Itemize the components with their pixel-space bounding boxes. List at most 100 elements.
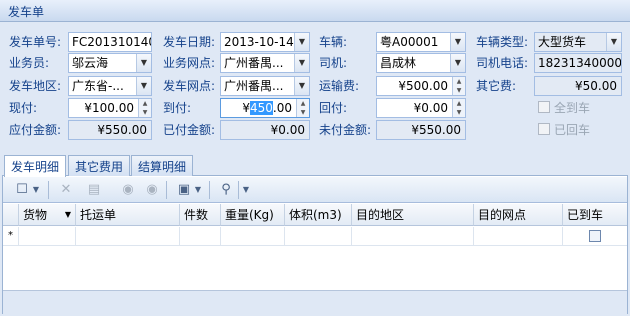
driver-label: 司机: [319,56,348,70]
new-row-cell-destination-site[interactable] [474,227,563,246]
freight-value: ¥500.00 [398,79,448,93]
chevron-down-icon[interactable]: ▼ [294,33,309,51]
business-site-label: 业务网点: [163,56,216,70]
move-up-icon[interactable]: ◉ [119,181,137,199]
chevron-down-icon[interactable]: ▼ [136,77,151,95]
salesman-select[interactable]: 邬云海 ▼ [68,53,152,73]
origin-site-label: 发车网点: [163,79,216,93]
other-fee-label: 其它费: [476,79,517,93]
column-header-waybill[interactable]: 托运单 [76,204,180,226]
paid-label: 已付金额: [163,123,216,137]
chevron-down-icon[interactable]: ▼ [241,181,251,199]
column-header-pieces[interactable]: 件数 [180,204,221,226]
origin-site-value: 广州番禺... [224,79,284,93]
new-row-cell-arrived[interactable] [563,227,627,246]
search-icon[interactable]: ⚲ [217,181,235,199]
driver-value: 昌成林 [380,56,417,70]
freight-input[interactable]: ¥500.00 ▲ ▼ [376,76,466,96]
returned-label: 已回车 [554,123,591,137]
move-down-icon[interactable]: ◉ [143,181,161,199]
unpaid-label: 未付金额: [319,123,372,137]
vehicle-type-label: 车辆类型: [476,35,529,49]
dispatch-date-input[interactable]: 2013-10-14 ▼ [220,32,310,52]
chevron-down-icon[interactable]: ▼ [136,54,151,72]
dispatch-date-value: 2013-10-14 [224,35,294,49]
column-header-destination-site[interactable]: 目的网点 [474,204,563,226]
new-row-cell-waybill[interactable] [76,227,180,246]
arrived-checkbox [538,101,550,113]
print-icon[interactable]: ▤ [85,181,103,199]
origin-area-value: 广东省-... [72,79,124,93]
unpaid-input: ¥550.00 [376,120,466,140]
dispatch-no-input[interactable]: FC201310140 [68,32,152,52]
spin-icon[interactable]: ▲ ▼ [138,99,151,117]
chevron-down-icon[interactable]: ▼ [31,181,41,199]
form-title: 发车单 [8,5,45,19]
origin-site-select[interactable]: 广州番禺... ▼ [220,76,310,96]
cash-pay-input[interactable]: ¥100.00 ▲ ▼ [68,98,152,118]
column-header-arrived[interactable]: 已到车 [563,204,627,226]
driver-select[interactable]: 昌成林 ▼ [376,53,466,73]
new-row-cell-destination-area[interactable] [352,227,474,246]
driver-phone-label: 司机电话: [476,56,529,70]
arrived-row-checkbox[interactable] [589,230,601,242]
chevron-down-icon: ▼ [606,33,621,51]
grid-footer [3,290,627,314]
new-row-cell-weight[interactable] [221,227,285,246]
return-pay-input[interactable]: ¥0.00 ▲ ▼ [376,98,466,118]
return-pay-label: 回付: [319,101,348,115]
delete-icon[interactable]: ✕ [57,181,75,199]
vehicle-select[interactable]: 粤A00001 ▼ [376,32,466,52]
toolbar-separator [209,181,210,199]
form-header: 发车单 [0,0,630,22]
column-header-goods[interactable]: 货物 ▼ [19,204,76,226]
cash-pay-value: ¥100.00 [84,101,134,115]
other-fee-input: ¥50.00 [534,76,622,96]
vehicle-label: 车辆: [319,35,348,49]
column-header-weight[interactable]: 重量(Kg) [221,204,285,226]
vehicle-type-select: 大型货车 ▼ [534,32,622,52]
dispatch-no-label: 发车单号: [9,35,62,49]
new-row-indicator: * [3,227,19,246]
filter-dropdown-icon[interactable]: ▼ [65,206,71,224]
business-site-select[interactable]: 广州番禺... ▼ [220,53,310,73]
tab-dispatch-detail[interactable]: 发车明细 [4,155,67,177]
freight-label: 运输费: [319,79,360,93]
chevron-down-icon[interactable]: ▼ [450,54,465,72]
vehicle-value: 粤A00001 [380,35,439,49]
arrival-pay-input[interactable]: ¥450.00 ▲ ▼ [220,98,310,118]
column-header-volume[interactable]: 体积(m3) [285,204,352,226]
chevron-down-icon[interactable]: ▼ [450,33,465,51]
tab-other-fees[interactable]: 其它费用 [68,155,131,176]
spin-icon[interactable]: ▲ ▼ [452,77,465,95]
arrival-pay-prefix: ¥ [242,101,250,115]
salesman-label: 业务员: [9,56,50,70]
spin-icon[interactable]: ▲ ▼ [452,99,465,117]
spin-icon[interactable]: ▲ ▼ [296,99,309,117]
arrival-pay-selection: 450 [250,101,273,115]
chevron-down-icon[interactable]: ▼ [294,54,309,72]
payable-label: 应付金额: [9,123,62,137]
arrival-pay-suffix: .00 [272,101,292,115]
salesman-value: 邬云海 [72,56,109,70]
column-header-destination-area[interactable]: 目的地区 [352,204,474,226]
chevron-down-icon[interactable]: ▼ [294,77,309,95]
returned-checkbox [538,123,550,135]
new-row-cell-goods[interactable] [19,227,76,246]
origin-area-label: 发车地区: [9,79,62,93]
arrival-pay-label: 到付: [163,101,192,115]
toolbar-separator [238,181,239,199]
origin-area-select[interactable]: 广东省-... ▼ [68,76,152,96]
tab-settlement-detail[interactable]: 结算明细 [131,155,194,176]
new-row-cell-volume[interactable] [285,227,352,246]
new-row-cell-pieces[interactable] [180,227,221,246]
toolbar-separator [166,181,167,199]
cash-pay-label: 现付: [9,101,38,115]
arrived-label: 全到车 [554,101,591,115]
payable-input: ¥550.00 [68,120,152,140]
save-icon[interactable]: ▣ [175,181,193,199]
dispatch-date-label: 发车日期: [163,35,216,49]
row-indicator-header [3,204,19,226]
new-document-icon[interactable]: ☐ [13,181,31,199]
chevron-down-icon[interactable]: ▼ [193,181,203,199]
